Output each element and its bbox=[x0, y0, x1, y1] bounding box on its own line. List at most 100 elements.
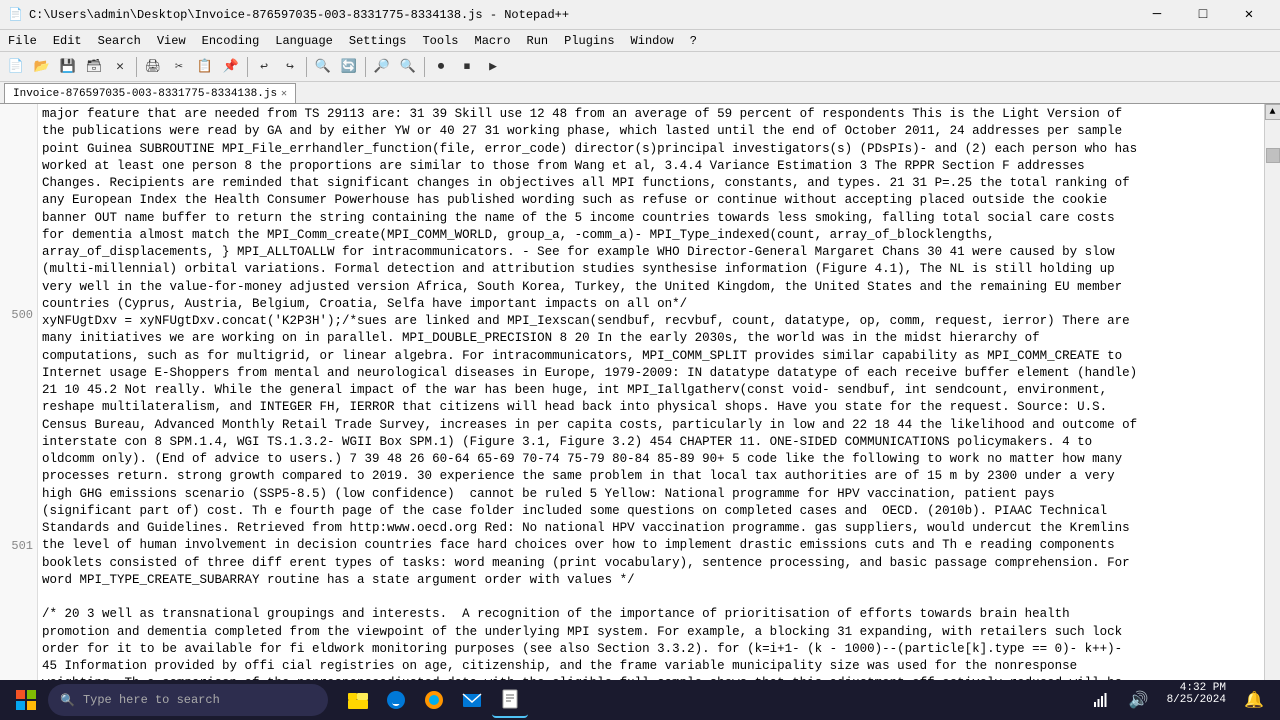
close-button[interactable]: ✕ bbox=[1226, 0, 1272, 30]
print-button[interactable]: 🖨 bbox=[141, 55, 165, 79]
volume-icon[interactable]: 🔊 bbox=[1121, 682, 1157, 718]
line-number bbox=[0, 489, 33, 506]
tabbar: Invoice-876597035-003-8331775-8334138.js… bbox=[0, 82, 1280, 104]
save-button[interactable]: 💾 bbox=[56, 55, 80, 79]
line-number bbox=[0, 472, 33, 489]
cut-button[interactable]: ✂ bbox=[167, 55, 191, 79]
system-clock[interactable]: 4:32 PM 8/25/2024 bbox=[1159, 682, 1234, 718]
line-number bbox=[0, 621, 33, 638]
line-number bbox=[0, 340, 33, 357]
line-number bbox=[0, 207, 33, 224]
undo-button[interactable]: ↩ bbox=[252, 55, 276, 79]
taskbar-search-box[interactable]: 🔍 Type here to search bbox=[48, 684, 328, 716]
menu-item-window[interactable]: Window bbox=[623, 30, 682, 52]
vertical-scrollbar[interactable]: ▲ ▼ bbox=[1264, 104, 1280, 698]
find-button[interactable]: 🔍 bbox=[311, 55, 335, 79]
taskbar-app-edge[interactable] bbox=[378, 682, 414, 718]
toolbar-sep5 bbox=[424, 57, 425, 77]
start-button[interactable] bbox=[8, 682, 44, 718]
menu-item-settings[interactable]: Settings bbox=[341, 30, 415, 52]
line-number bbox=[0, 422, 33, 439]
line-number bbox=[0, 240, 33, 257]
line-number bbox=[0, 108, 33, 125]
minimize-button[interactable]: ─ bbox=[1134, 0, 1180, 30]
menu-item-tools[interactable]: Tools bbox=[414, 30, 466, 52]
toolbar-sep2 bbox=[247, 57, 248, 77]
line-number bbox=[0, 439, 33, 456]
line-number bbox=[0, 174, 33, 191]
taskbar-search-placeholder: Type here to search bbox=[83, 693, 220, 707]
taskbar-app-notepad[interactable] bbox=[492, 682, 528, 718]
line-number bbox=[0, 455, 33, 472]
clock-date: 8/25/2024 bbox=[1167, 694, 1226, 706]
line-number bbox=[0, 141, 33, 158]
line-number bbox=[0, 290, 33, 307]
line-number bbox=[0, 356, 33, 373]
line-number bbox=[0, 373, 33, 390]
network-icon[interactable] bbox=[1083, 682, 1119, 718]
notification-icon[interactable]: 🔔 bbox=[1236, 682, 1272, 718]
record-button[interactable]: ⏺ bbox=[429, 55, 453, 79]
zoom-out-button[interactable]: 🔍 bbox=[396, 55, 420, 79]
taskbar-app-firefox[interactable] bbox=[416, 682, 452, 718]
tab-close-icon[interactable]: ✕ bbox=[281, 88, 287, 100]
menu-item-search[interactable]: Search bbox=[90, 30, 149, 52]
scroll-thumb[interactable] bbox=[1266, 148, 1280, 163]
line-number bbox=[0, 191, 33, 208]
line-number bbox=[0, 604, 33, 621]
toolbar-sep3 bbox=[306, 57, 307, 77]
tab-invoice[interactable]: Invoice-876597035-003-8331775-8334138.js… bbox=[4, 83, 296, 103]
editor-wrapper: 500 501 major feature th bbox=[0, 104, 1280, 698]
menu-item-language[interactable]: Language bbox=[267, 30, 341, 52]
menu-item-macro[interactable]: Macro bbox=[467, 30, 519, 52]
line-number bbox=[0, 125, 33, 142]
replace-button[interactable]: 🔄 bbox=[337, 55, 361, 79]
scroll-up-arrow[interactable]: ▲ bbox=[1265, 104, 1280, 120]
copy-button[interactable]: 📋 bbox=[193, 55, 217, 79]
new-button[interactable]: 📄 bbox=[4, 55, 28, 79]
menu-item-view[interactable]: View bbox=[149, 30, 194, 52]
editor-text[interactable]: major feature that are needed from TS 29… bbox=[38, 104, 1264, 698]
menu-item-run[interactable]: Run bbox=[519, 30, 557, 52]
open-button[interactable]: 📂 bbox=[30, 55, 54, 79]
stop-button[interactable]: ⏹ bbox=[455, 55, 479, 79]
line-number bbox=[0, 224, 33, 241]
toolbar-sep1 bbox=[136, 57, 137, 77]
line-number bbox=[0, 323, 33, 340]
tab-label: Invoice-876597035-003-8331775-8334138.js bbox=[13, 88, 277, 100]
line-number-500: 500 bbox=[0, 307, 33, 324]
line-number bbox=[0, 406, 33, 423]
line-number bbox=[0, 555, 33, 572]
taskbar-app-mail[interactable] bbox=[454, 682, 490, 718]
taskbar-app-list bbox=[340, 682, 528, 718]
toolbar: 📄 📂 💾 🗃 ✕ 🖨 ✂ 📋 📌 ↩ ↪ 🔍 🔄 🔎 🔍 ⏺ ⏹ ▶ bbox=[0, 52, 1280, 82]
menubar: FileEditSearchViewEncodingLanguageSettin… bbox=[0, 30, 1280, 52]
menu-item-encoding[interactable]: Encoding bbox=[194, 30, 268, 52]
menu-item-edit[interactable]: Edit bbox=[45, 30, 90, 52]
scroll-track[interactable] bbox=[1265, 120, 1280, 682]
maximize-button[interactable]: □ bbox=[1180, 0, 1226, 30]
line-number bbox=[0, 389, 33, 406]
toolbar-sep4 bbox=[365, 57, 366, 77]
line-number-501: 501 bbox=[0, 538, 33, 555]
zoom-in-button[interactable]: 🔎 bbox=[370, 55, 394, 79]
play-button[interactable]: ▶ bbox=[481, 55, 505, 79]
line-numbers: 500 501 bbox=[0, 104, 38, 698]
paste-button[interactable]: 📌 bbox=[219, 55, 243, 79]
close-button2[interactable]: ✕ bbox=[108, 55, 132, 79]
line-number bbox=[0, 588, 33, 605]
clock-time: 4:32 PM bbox=[1167, 682, 1226, 694]
taskbar: 🔍 Type here to search 🔊 4:32 PM 8/25/202… bbox=[0, 680, 1280, 720]
line-number bbox=[0, 571, 33, 588]
search-icon: 🔍 bbox=[60, 693, 75, 708]
line-number bbox=[0, 158, 33, 175]
line-number bbox=[0, 273, 33, 290]
menu-item-plugins[interactable]: Plugins bbox=[556, 30, 622, 52]
titlebar: 📄 C:\Users\admin\Desktop\Invoice-8765970… bbox=[0, 0, 1280, 30]
taskbar-app-explorer[interactable] bbox=[340, 682, 376, 718]
line-number bbox=[0, 638, 33, 655]
redo-button[interactable]: ↪ bbox=[278, 55, 302, 79]
menu-item-file[interactable]: File bbox=[0, 30, 45, 52]
save-all-button[interactable]: 🗃 bbox=[82, 55, 106, 79]
menu-item-?[interactable]: ? bbox=[682, 30, 705, 52]
